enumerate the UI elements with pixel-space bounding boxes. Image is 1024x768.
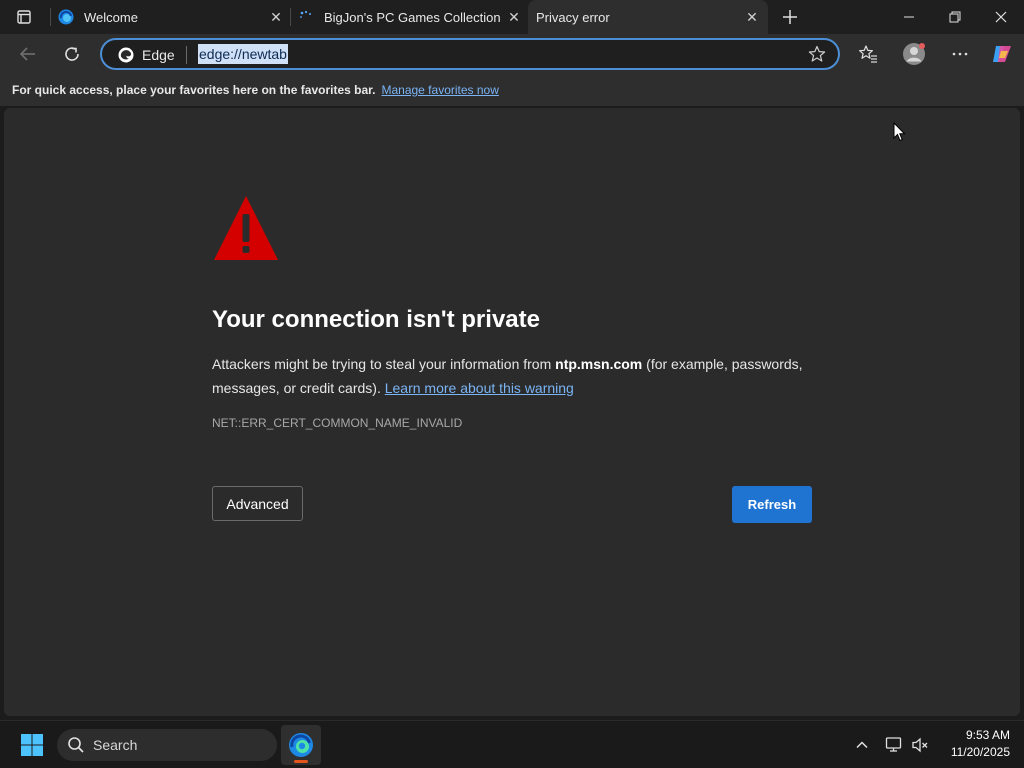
active-app-indicator — [294, 760, 308, 763]
show-hidden-icons-button[interactable] — [850, 733, 874, 757]
refresh-page-button[interactable]: Refresh — [732, 486, 812, 523]
close-icon — [995, 11, 1007, 23]
avatar-icon — [903, 43, 925, 65]
minimize-button[interactable] — [886, 0, 932, 34]
search-icon — [68, 737, 84, 753]
tab-bar: Welcome ✕ BigJon's PC Games Collection :… — [0, 0, 1024, 34]
new-tab-button[interactable] — [778, 5, 802, 29]
windows-start-icon[interactable] — [20, 733, 44, 757]
close-tab-icon[interactable]: ✕ — [268, 9, 284, 25]
favorites-bar: For quick access, place your favorites h… — [0, 74, 1024, 106]
close-tab-icon[interactable]: ✕ — [506, 9, 522, 25]
tab-bigjon[interactable]: BigJon's PC Games Collection : Bi ✕ — [298, 0, 526, 34]
edge-logo-icon — [289, 733, 313, 757]
favorites-button[interactable] — [852, 38, 884, 70]
error-code: NET::ERR_CERT_COMMON_NAME_INVALID — [212, 416, 463, 430]
favorites-bar-message: For quick access, place your favorites h… — [12, 83, 376, 97]
mouse-cursor-icon — [893, 122, 906, 142]
refresh-button[interactable] — [56, 38, 88, 70]
plus-icon — [783, 10, 797, 24]
profile-button[interactable] — [898, 38, 930, 70]
more-dots-icon — [952, 52, 968, 56]
taskbar-search[interactable]: Search — [57, 729, 277, 761]
network-button[interactable] — [882, 733, 906, 757]
restore-icon — [949, 11, 961, 23]
edge-logo-icon — [58, 9, 74, 25]
clock-date: 11/20/2025 — [950, 745, 1010, 759]
system-clock[interactable]: 9:53 AM 11/20/2025 — [938, 727, 1010, 761]
learn-more-link[interactable]: Learn more about this warning — [385, 380, 574, 396]
clock-time: 9:53 AM — [965, 728, 1010, 742]
close-tab-icon[interactable]: ✕ — [744, 9, 760, 25]
copilot-button[interactable] — [986, 38, 1018, 70]
tab-actions-button[interactable] — [8, 5, 40, 29]
back-arrow-icon — [19, 47, 35, 61]
description-text: Attackers might be trying to steal your … — [212, 356, 556, 372]
favorites-list-icon — [859, 45, 877, 63]
add-favorite-star-icon[interactable] — [808, 45, 826, 63]
tab-actions-icon — [17, 10, 31, 24]
edge-logo-icon — [118, 47, 134, 63]
tab-title: BigJon's PC Games Collection : Bi — [324, 9, 500, 25]
copilot-icon — [993, 46, 1011, 62]
settings-more-button[interactable] — [944, 38, 976, 70]
tab-privacy-error[interactable]: Privacy error ✕ — [528, 0, 768, 34]
error-description: Attackers might be trying to steal your … — [212, 352, 822, 400]
search-label: Search — [93, 737, 138, 753]
browser-window: Welcome ✕ BigJon's PC Games Collection :… — [0, 0, 1024, 768]
address-divider — [186, 46, 187, 64]
address-bar[interactable]: Edge edge://newtab — [100, 38, 840, 70]
site-label: Edge — [142, 47, 175, 63]
volume-muted-icon — [912, 737, 928, 753]
minimize-icon — [904, 16, 914, 18]
back-button[interactable] — [12, 38, 44, 70]
taskbar-edge-button[interactable] — [281, 725, 321, 765]
tab-separator — [290, 8, 291, 26]
loading-dots-icon — [298, 9, 314, 25]
page-title: Your connection isn't private — [212, 306, 540, 333]
network-icon — [885, 737, 902, 752]
tab-title: Privacy error — [536, 9, 610, 25]
volume-button[interactable] — [908, 733, 932, 757]
toolbar: Edge edge://newtab — [0, 34, 1024, 74]
tab-title: Welcome — [84, 9, 138, 25]
tab-separator — [50, 8, 51, 26]
url-text[interactable]: edge://newtab — [198, 44, 288, 64]
tab-welcome[interactable]: Welcome ✕ — [58, 0, 290, 34]
manage-favorites-link[interactable]: Manage favorites now — [381, 83, 498, 97]
warning-triangle-icon — [214, 196, 278, 260]
refresh-icon — [65, 47, 79, 61]
advanced-button[interactable]: Advanced — [212, 486, 303, 521]
host-name: ntp.msn.com — [555, 356, 643, 372]
error-page: Your connection isn't private Attackers … — [4, 108, 1020, 716]
site-identity[interactable]: Edge — [118, 46, 175, 64]
chevron-up-icon — [856, 741, 868, 749]
close-window-button[interactable] — [978, 0, 1024, 34]
restore-button[interactable] — [932, 0, 978, 34]
taskbar: Search 9:53 AM 11/20/2025 — [0, 720, 1024, 768]
